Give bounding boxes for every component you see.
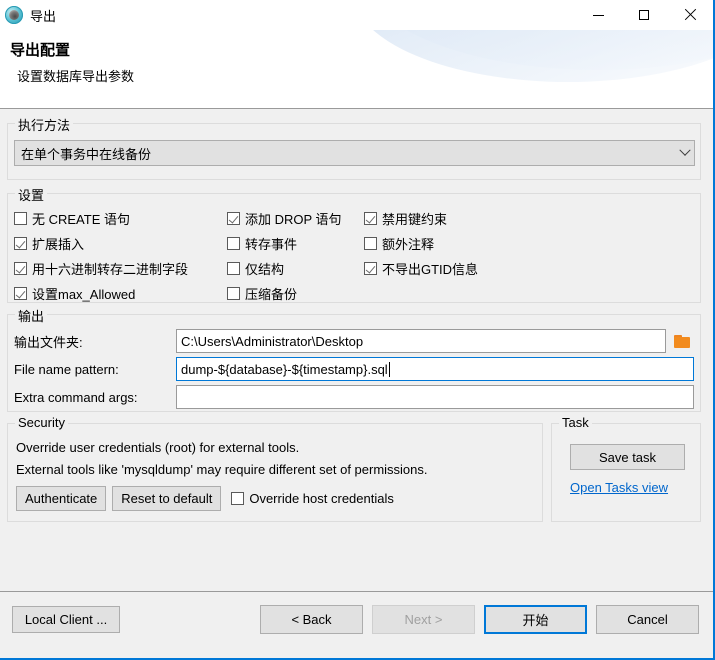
- checkbox-label: 扩展插入: [32, 237, 85, 252]
- security-description-line1: Override user credentials (root) for ext…: [16, 440, 300, 455]
- settings-row: 设置max_Allowed 压缩备份: [14, 281, 692, 306]
- settings-checkbox-grid: 无 CREATE 语句 添加 DROP 语句 禁用键约束 扩展插入 转存事件 额…: [14, 206, 692, 306]
- security-description-line2: External tools like 'mysqldump' may requ…: [16, 462, 428, 477]
- extra-command-args-input[interactable]: [176, 385, 694, 409]
- security-group: Security Override user credentials (root…: [7, 415, 543, 522]
- minimize-button[interactable]: [575, 0, 621, 30]
- start-button[interactable]: 开始: [484, 605, 587, 634]
- checkbox-label: 额外注释: [382, 237, 435, 252]
- checkbox-label: 仅结构: [245, 262, 285, 277]
- execution-method-value: 在单个事务中在线备份: [21, 146, 152, 162]
- extra-command-args-row: Extra command args:: [14, 385, 696, 409]
- checkbox-box: [227, 212, 240, 225]
- settings-row: 扩展插入 转存事件 额外注释: [14, 231, 692, 256]
- checkbox-disable-keys[interactable]: 禁用键约束: [364, 209, 564, 228]
- checkbox-extended-insert[interactable]: 扩展插入: [14, 234, 227, 253]
- wizard-nav-buttons: < Back Next > 开始 Cancel: [251, 605, 699, 634]
- text-caret: [388, 361, 390, 377]
- settings-row: 无 CREATE 语句 添加 DROP 语句 禁用键约束: [14, 206, 692, 231]
- checkbox-box: [364, 212, 377, 225]
- export-dialog-window: 导出 导出配置 设置数据库导出参数 执行方法 在单个事务中在线备份 设置 无 C…: [0, 0, 715, 660]
- file-name-pattern-value: dump-${database}-${timestamp}.sql: [181, 361, 388, 377]
- close-icon: [684, 9, 696, 21]
- browse-folder-button[interactable]: [672, 330, 692, 352]
- task-group: Task Save task Open Tasks view: [551, 415, 701, 522]
- file-name-pattern-label: File name pattern:: [14, 361, 119, 377]
- output-folder-label: 输出文件夹:: [14, 334, 83, 350]
- checkbox-dump-events[interactable]: 转存事件: [227, 234, 364, 253]
- page-title: 导出配置: [10, 42, 71, 59]
- database-app-icon: [5, 6, 23, 24]
- checkbox-label: Override host credentials: [249, 491, 394, 506]
- close-button[interactable]: [667, 0, 713, 30]
- checkbox-label: 用十六进制转存二进制字段: [32, 262, 189, 277]
- caption-buttons: [575, 0, 713, 30]
- execution-method-group: 执行方法 在单个事务中在线备份: [7, 115, 701, 180]
- checkbox-box: [227, 237, 240, 250]
- output-group-title: 输出: [15, 306, 48, 325]
- checkbox-box: [364, 237, 377, 250]
- extra-command-args-label: Extra command args:: [14, 389, 138, 405]
- checkbox-label: 不导出GTID信息: [382, 262, 479, 277]
- checkbox-box: [14, 262, 27, 275]
- reset-to-default-button[interactable]: Reset to default: [112, 486, 222, 511]
- page-subtitle: 设置数据库导出参数: [17, 69, 135, 84]
- file-name-pattern-row: File name pattern: dump-${database}-${ti…: [14, 357, 696, 381]
- settings-group: 设置 无 CREATE 语句 添加 DROP 语句 禁用键约束 扩展插入 转存事…: [7, 185, 701, 306]
- checkbox-max-allowed-packet[interactable]: 设置max_Allowed: [14, 284, 227, 303]
- wizard-header: 导出配置 设置数据库导出参数: [0, 30, 713, 109]
- next-button: Next >: [372, 605, 475, 634]
- checkbox-extra-comments[interactable]: 额外注释: [364, 234, 564, 253]
- checkbox-box: [227, 287, 240, 300]
- checkbox-no-create[interactable]: 无 CREATE 语句: [14, 209, 227, 228]
- minimize-icon: [592, 14, 604, 16]
- checkbox-box: [14, 287, 27, 300]
- dialog-button-bar: Local Client ... < Back Next > 开始 Cancel: [0, 591, 713, 658]
- checkbox-label: 设置max_Allowed: [32, 287, 136, 302]
- checkbox-label: 转存事件: [245, 237, 298, 252]
- checkbox-box: [231, 492, 245, 505]
- checkbox-override-host-credentials[interactable]: Override host credentials: [231, 491, 394, 506]
- execution-method-group-title: 执行方法: [15, 115, 74, 134]
- output-folder-value: C:\Users\Administrator\Desktop: [181, 333, 364, 349]
- save-task-button[interactable]: Save task: [570, 444, 685, 470]
- title-bar: 导出: [0, 0, 713, 30]
- checkbox-label: 添加 DROP 语句: [245, 212, 342, 227]
- header-swoosh-decoration: [353, 30, 713, 82]
- cancel-button[interactable]: Cancel: [596, 605, 699, 634]
- checkbox-hex-blob[interactable]: 用十六进制转存二进制字段: [14, 259, 227, 278]
- maximize-button[interactable]: [621, 0, 667, 30]
- checkbox-set-gtid-purged[interactable]: 不导出GTID信息: [364, 259, 564, 278]
- authenticate-button[interactable]: Authenticate: [16, 486, 107, 511]
- checkbox-label: 压缩备份: [245, 287, 298, 302]
- maximize-icon: [639, 10, 649, 20]
- settings-row: 用十六进制转存二进制字段 仅结构 不导出GTID信息: [14, 256, 692, 281]
- output-folder-row: 输出文件夹: C:\Users\Administrator\Desktop: [14, 329, 696, 353]
- dialog-content: 执行方法 在单个事务中在线备份 设置 无 CREATE 语句 添加 DROP 语…: [0, 109, 713, 591]
- output-group: 输出 输出文件夹: C:\Users\Administrator\Desktop…: [7, 306, 701, 412]
- checkbox-box: [14, 237, 27, 250]
- task-group-title: Task: [559, 415, 592, 430]
- checkbox-compress[interactable]: 压缩备份: [227, 284, 364, 303]
- file-name-pattern-input[interactable]: dump-${database}-${timestamp}.sql: [176, 357, 694, 381]
- open-tasks-view-link[interactable]: Open Tasks view: [570, 480, 668, 495]
- back-button[interactable]: < Back: [260, 605, 363, 634]
- window-title: 导出: [30, 8, 57, 24]
- checkbox-box: [227, 262, 240, 275]
- checkbox-no-data[interactable]: 仅结构: [227, 259, 364, 278]
- checkbox-box: [14, 212, 27, 225]
- checkbox-box: [364, 262, 377, 275]
- folder-icon: [674, 334, 690, 348]
- settings-group-title: 设置: [15, 185, 48, 204]
- security-group-title: Security: [15, 415, 68, 430]
- security-controls: Authenticate Reset to default Override h…: [16, 486, 394, 511]
- checkbox-add-drop[interactable]: 添加 DROP 语句: [227, 209, 364, 228]
- chevron-down-icon: [676, 140, 694, 166]
- local-client-button[interactable]: Local Client ...: [12, 606, 120, 633]
- checkbox-label: 禁用键约束: [382, 212, 448, 227]
- execution-method-combobox[interactable]: 在单个事务中在线备份: [14, 140, 695, 166]
- output-folder-input[interactable]: C:\Users\Administrator\Desktop: [176, 329, 666, 353]
- checkbox-label: 无 CREATE 语句: [32, 212, 130, 227]
